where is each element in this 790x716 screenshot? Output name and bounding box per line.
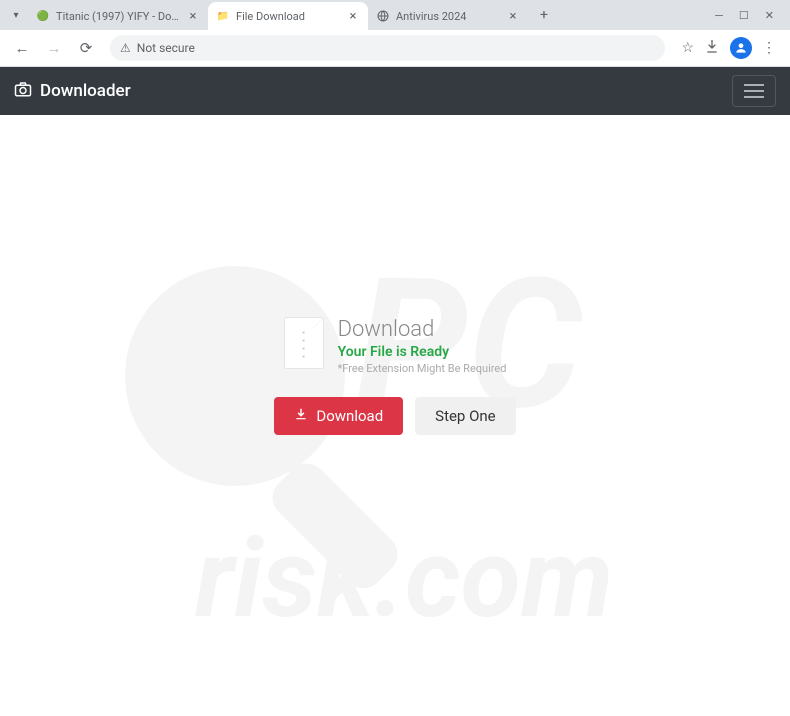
bookmark-star-icon[interactable]: ☆ bbox=[681, 40, 694, 56]
step-one-button[interactable]: Step One bbox=[415, 397, 515, 435]
window-controls: ─ ☐ ✕ bbox=[715, 9, 786, 22]
card-subtitle: Your File is Ready bbox=[338, 344, 507, 360]
step-button-label: Step One bbox=[435, 407, 495, 425]
browser-chrome: ▾ 🟢 Titanic (1997) YIFY - Download × 📁 F… bbox=[0, 0, 790, 67]
new-tab-button[interactable]: + bbox=[532, 3, 556, 27]
close-icon[interactable]: ✕ bbox=[765, 9, 774, 22]
download-card: ▪▪▪▪ Download Your File is Ready *Free E… bbox=[274, 317, 515, 435]
downloads-icon[interactable] bbox=[704, 38, 720, 58]
tab-close-icon[interactable]: × bbox=[506, 9, 520, 23]
forward-button[interactable]: → bbox=[40, 34, 68, 62]
browser-tab[interactable]: Antivirus 2024 × bbox=[368, 2, 528, 30]
tab-close-icon[interactable]: × bbox=[346, 9, 360, 23]
toolbar-actions: ☆ ⋮ bbox=[675, 37, 782, 59]
card-note: *Free Extension Might Be Required bbox=[338, 362, 507, 375]
browser-tab[interactable]: 🟢 Titanic (1997) YIFY - Download × bbox=[28, 2, 208, 30]
card-title: Download bbox=[338, 317, 507, 342]
globe-icon bbox=[376, 9, 390, 23]
tab-title: File Download bbox=[236, 10, 342, 23]
download-button[interactable]: Download bbox=[274, 397, 403, 435]
browser-toolbar: ← → ⟳ ⚠ Not secure ☆ ⋮ bbox=[0, 30, 790, 66]
tab-close-icon[interactable]: × bbox=[186, 9, 200, 23]
tab-title: Antivirus 2024 bbox=[396, 10, 502, 23]
brand[interactable]: Downloader bbox=[14, 80, 131, 102]
menu-dots-icon[interactable]: ⋮ bbox=[762, 40, 776, 56]
security-label: Not secure bbox=[137, 41, 195, 55]
favicon-icon: 🟢 bbox=[36, 9, 50, 23]
tab-search-dropdown[interactable]: ▾ bbox=[4, 3, 28, 27]
button-row: Download Step One bbox=[274, 397, 515, 435]
camera-icon bbox=[14, 80, 32, 102]
favicon-icon: 📁 bbox=[216, 9, 230, 23]
download-arrow-icon bbox=[294, 407, 308, 425]
card-header: ▪▪▪▪ Download Your File is Ready *Free E… bbox=[274, 317, 515, 375]
hamburger-menu-button[interactable] bbox=[732, 75, 776, 107]
download-button-label: Download bbox=[316, 407, 383, 425]
back-button[interactable]: ← bbox=[8, 34, 36, 62]
not-secure-icon: ⚠ bbox=[120, 41, 131, 55]
hamburger-icon bbox=[744, 84, 764, 98]
reload-button[interactable]: ⟳ bbox=[72, 34, 100, 62]
card-text-block: Download Your File is Ready *Free Extens… bbox=[338, 317, 507, 375]
minimize-icon[interactable]: ─ bbox=[715, 9, 723, 22]
brand-text: Downloader bbox=[40, 81, 131, 101]
file-zip-icon: ▪▪▪▪ bbox=[284, 317, 324, 369]
address-bar[interactable]: ⚠ Not secure bbox=[110, 35, 665, 61]
browser-tab-active[interactable]: 📁 File Download × bbox=[208, 2, 368, 30]
svg-text:risk.com: risk.com bbox=[195, 514, 613, 643]
profile-avatar-icon[interactable] bbox=[730, 37, 752, 59]
content-area: risk.com PC ▪▪▪▪ Download Your File is R… bbox=[0, 115, 790, 716]
maximize-icon[interactable]: ☐ bbox=[739, 9, 749, 22]
tab-strip: ▾ 🟢 Titanic (1997) YIFY - Download × 📁 F… bbox=[0, 0, 790, 30]
tab-title: Titanic (1997) YIFY - Download bbox=[56, 10, 182, 23]
page-header: Downloader bbox=[0, 67, 790, 115]
